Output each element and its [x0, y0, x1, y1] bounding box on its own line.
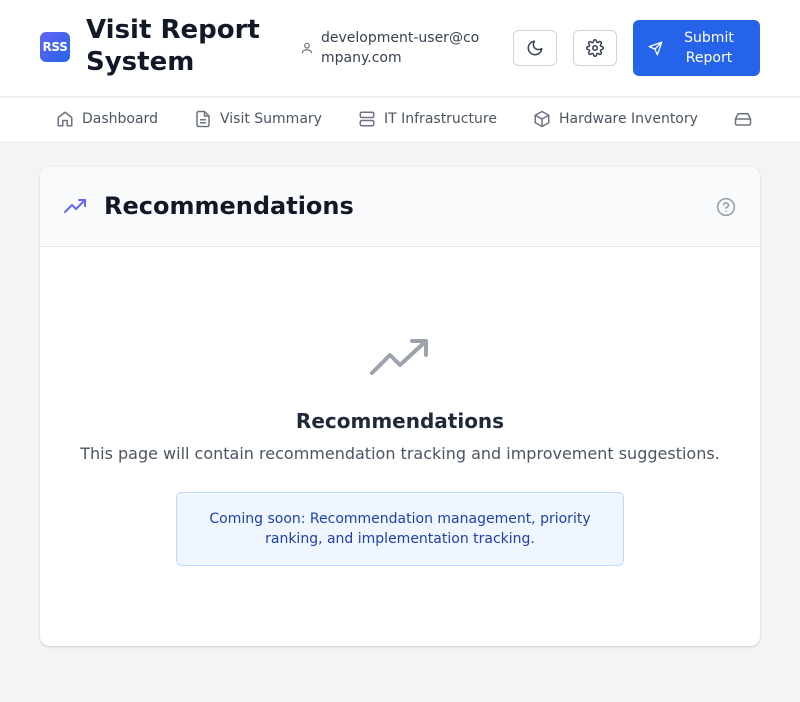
page-title: Recommendations: [104, 192, 354, 220]
empty-state-description: This page will contain recommendation tr…: [80, 444, 720, 463]
user-email: development-user@company.com: [321, 30, 480, 66]
trending-up-icon: [370, 339, 428, 375]
main-nav: Dashboard Visit Summary IT Infrastructur…: [0, 96, 800, 143]
card-header: Recommendations: [40, 167, 760, 247]
user-icon: [301, 42, 313, 54]
hard-drive-icon: [734, 113, 752, 126]
document-icon: [196, 110, 210, 128]
send-icon: [648, 41, 663, 55]
trending-up-icon: [64, 199, 86, 213]
nav-item-hardware-inventory[interactable]: Hardware Inventory: [533, 96, 698, 142]
nav-item-label: IT Infrastructure: [384, 111, 497, 127]
nav-item-it-infrastructure[interactable]: IT Infrastructure: [358, 96, 497, 142]
submit-report-label: Submit Report: [684, 30, 734, 66]
coming-soon-notice: Coming soon: Recommendation management, …: [176, 492, 624, 566]
settings-button[interactable]: [573, 30, 617, 66]
app-logo: RSS: [40, 32, 70, 62]
app-header: RSS Visit Report System development-user…: [0, 0, 800, 96]
empty-state-title: Recommendations: [295, 409, 505, 433]
user-info: development-user@company.com: [300, 28, 481, 68]
nav-item-storage[interactable]: [734, 96, 760, 142]
home-icon: [57, 111, 73, 127]
moon-icon: [527, 40, 543, 56]
gear-icon: [586, 39, 604, 57]
nav-item-dashboard[interactable]: Dashboard: [56, 96, 158, 142]
box-icon: [534, 110, 550, 128]
nav-item-label: Hardware Inventory: [559, 111, 698, 127]
recommendations-card: Recommendations Recommendations This pag…: [40, 167, 760, 646]
help-icon[interactable]: [716, 197, 736, 217]
nav-item-label: Dashboard: [82, 111, 158, 127]
nav-item-label: Visit Summary: [220, 111, 322, 127]
submit-report-button[interactable]: Submit Report: [633, 20, 760, 76]
app-title: Visit Report System: [86, 15, 260, 77]
nav-item-visit-summary[interactable]: Visit Summary: [194, 96, 322, 142]
server-icon: [359, 111, 375, 127]
notice-text: Coming soon: Recommendation management, …: [209, 511, 591, 547]
theme-toggle-button[interactable]: [513, 30, 557, 66]
